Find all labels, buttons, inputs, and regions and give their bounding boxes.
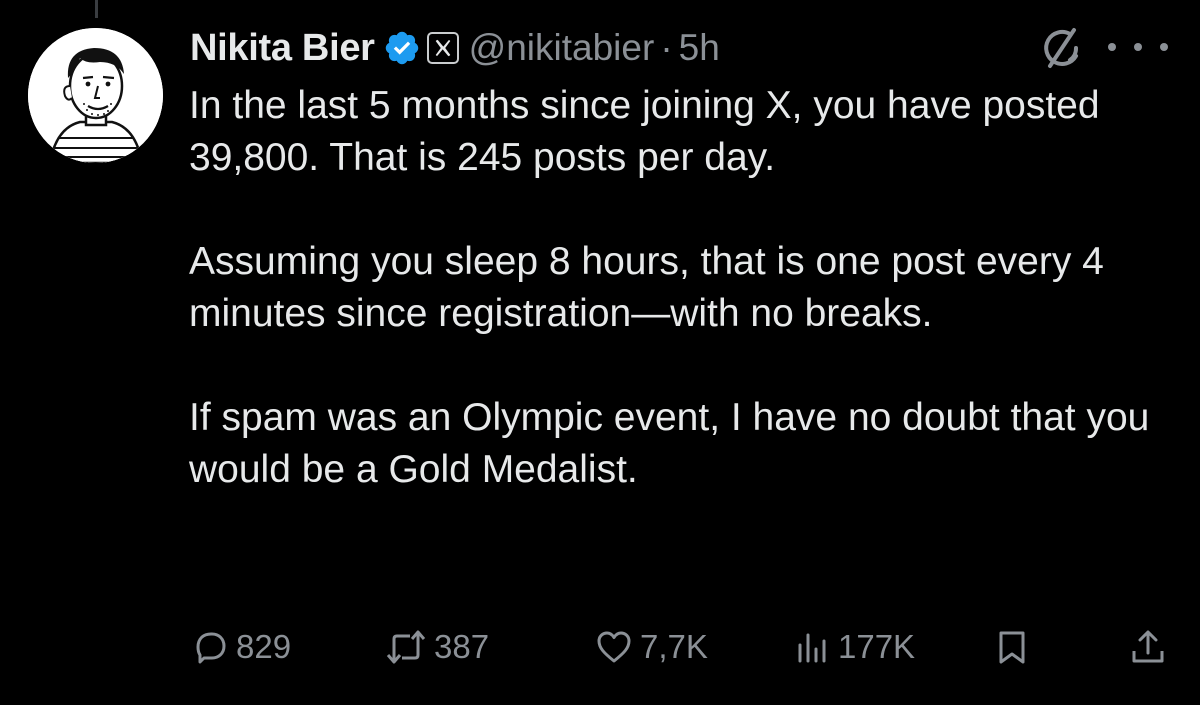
- x-logo-icon[interactable]: [426, 32, 459, 64]
- verified-badge-icon[interactable]: [383, 29, 421, 67]
- avatar[interactable]: [28, 28, 163, 163]
- action-bar: 829 387 7,7K 177K: [0, 622, 1200, 672]
- author-handle[interactable]: @nikitabier: [469, 27, 655, 69]
- author-name[interactable]: Nikita Bier: [190, 27, 375, 70]
- header-separator: ·: [660, 27, 673, 68]
- repost-count: 387: [434, 628, 490, 665]
- reply-count: 829: [236, 628, 292, 665]
- bookmark-button[interactable]: [992, 622, 1032, 672]
- post-text: In the last 5 months since joining X, yo…: [189, 80, 1179, 496]
- post-header: Nikita Bier @nikitabier · 5h: [190, 22, 720, 74]
- more-dots-icon[interactable]: [1108, 34, 1168, 60]
- avatar-illustration: [28, 28, 163, 163]
- heart-icon: [597, 631, 631, 663]
- views-button[interactable]: 177K: [792, 622, 915, 672]
- like-count: 7,7K: [640, 628, 708, 665]
- like-button[interactable]: 7,7K: [594, 622, 708, 672]
- thread-connector-line: [95, 0, 98, 18]
- more-dot: [1134, 43, 1142, 51]
- reply-button[interactable]: 829: [190, 622, 291, 672]
- share-icon: [1132, 630, 1164, 663]
- reply-bubble-icon: [196, 632, 226, 664]
- views-count: 177K: [838, 628, 916, 665]
- bar-chart-icon: [798, 633, 826, 663]
- share-button[interactable]: [1128, 622, 1168, 672]
- post-paragraph: In the last 5 months since joining X, yo…: [189, 84, 1100, 179]
- post-timestamp[interactable]: 5h: [679, 27, 720, 69]
- grok-icon[interactable]: [1040, 26, 1084, 70]
- more-dot: [1108, 43, 1116, 51]
- more-dot: [1160, 43, 1168, 51]
- post-paragraph: Assuming you sleep 8 hours, that is one …: [189, 240, 1104, 335]
- repost-button[interactable]: 387: [384, 622, 489, 672]
- repost-icon: [386, 630, 426, 664]
- bookmark-icon: [999, 631, 1025, 664]
- post-paragraph: If spam was an Olympic event, I have no …: [189, 396, 1150, 491]
